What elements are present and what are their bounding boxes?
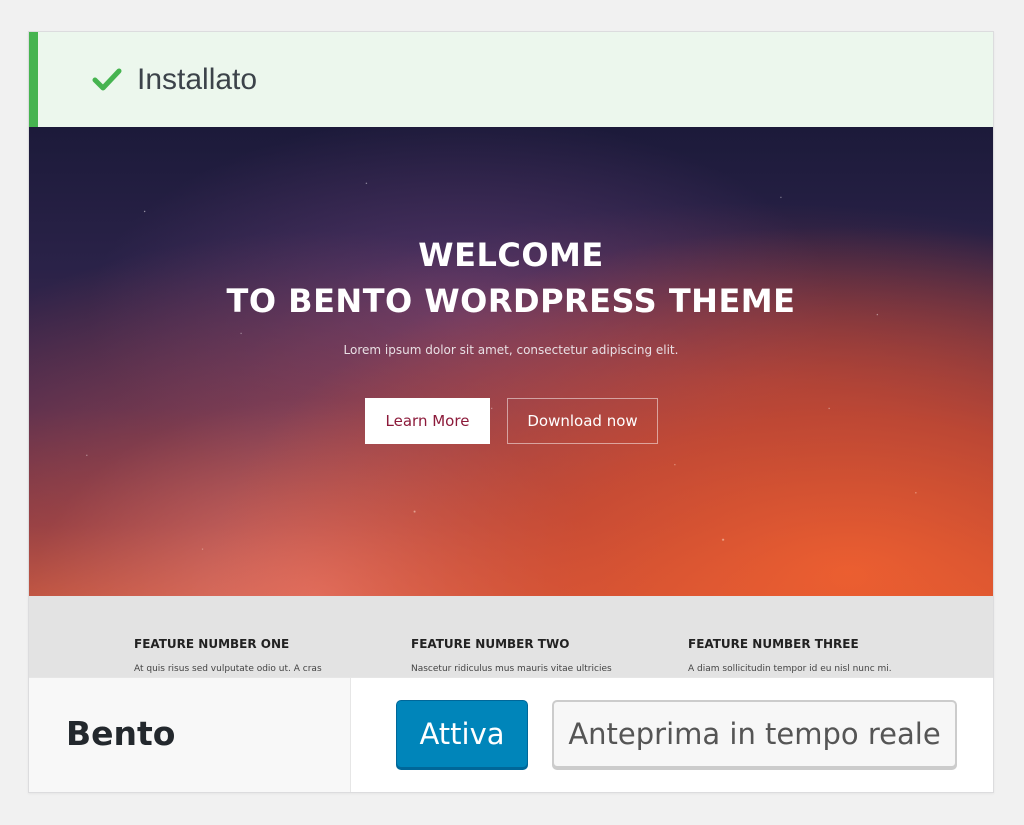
download-now-button: Download now bbox=[507, 398, 658, 444]
hero-title: WELCOME TO BENTO WORDPRESS THEME bbox=[29, 232, 993, 324]
notice-label: Installato bbox=[137, 62, 258, 96]
theme-actions-bar: Bento Attiva Anteprima in tempo reale bbox=[29, 677, 993, 792]
theme-screenshot[interactable]: WELCOME TO BENTO WORDPRESS THEME Lorem i… bbox=[29, 127, 993, 677]
live-preview-button[interactable]: Anteprima in tempo reale bbox=[552, 700, 957, 768]
activate-button[interactable]: Attiva bbox=[396, 700, 528, 768]
feature-title: FEATURE NUMBER TWO bbox=[411, 637, 570, 651]
feature-text: At quis risus sed vulputate odio ut. A c… bbox=[134, 664, 322, 674]
feature-title: FEATURE NUMBER THREE bbox=[688, 637, 859, 651]
check-icon bbox=[85, 58, 129, 102]
theme-name: Bento bbox=[66, 714, 176, 753]
hero-subtitle: Lorem ipsum dolor sit amet, consectetur … bbox=[343, 343, 679, 357]
hero-title-line1: WELCOME bbox=[418, 236, 604, 274]
hero-section: WELCOME TO BENTO WORDPRESS THEME Lorem i… bbox=[29, 127, 993, 596]
learn-more-button: Learn More bbox=[365, 398, 490, 444]
features-section: FEATURE NUMBER ONE At quis risus sed vul… bbox=[29, 596, 993, 677]
hero-title-line2: TO BENTO WORDPRESS THEME bbox=[226, 282, 796, 320]
feature-text: Nascetur ridiculus mus mauris vitae ultr… bbox=[411, 664, 612, 674]
feature-text: A diam sollicitudin tempor id eu nisl nu… bbox=[688, 664, 892, 674]
feature-title: FEATURE NUMBER ONE bbox=[134, 637, 290, 651]
theme-card[interactable]: Installato WELCOME TO BENTO WORDPRESS TH… bbox=[28, 31, 994, 793]
theme-name-area: Bento bbox=[29, 678, 351, 792]
starfield-background bbox=[29, 127, 993, 596]
installed-notice: Installato bbox=[29, 32, 993, 127]
